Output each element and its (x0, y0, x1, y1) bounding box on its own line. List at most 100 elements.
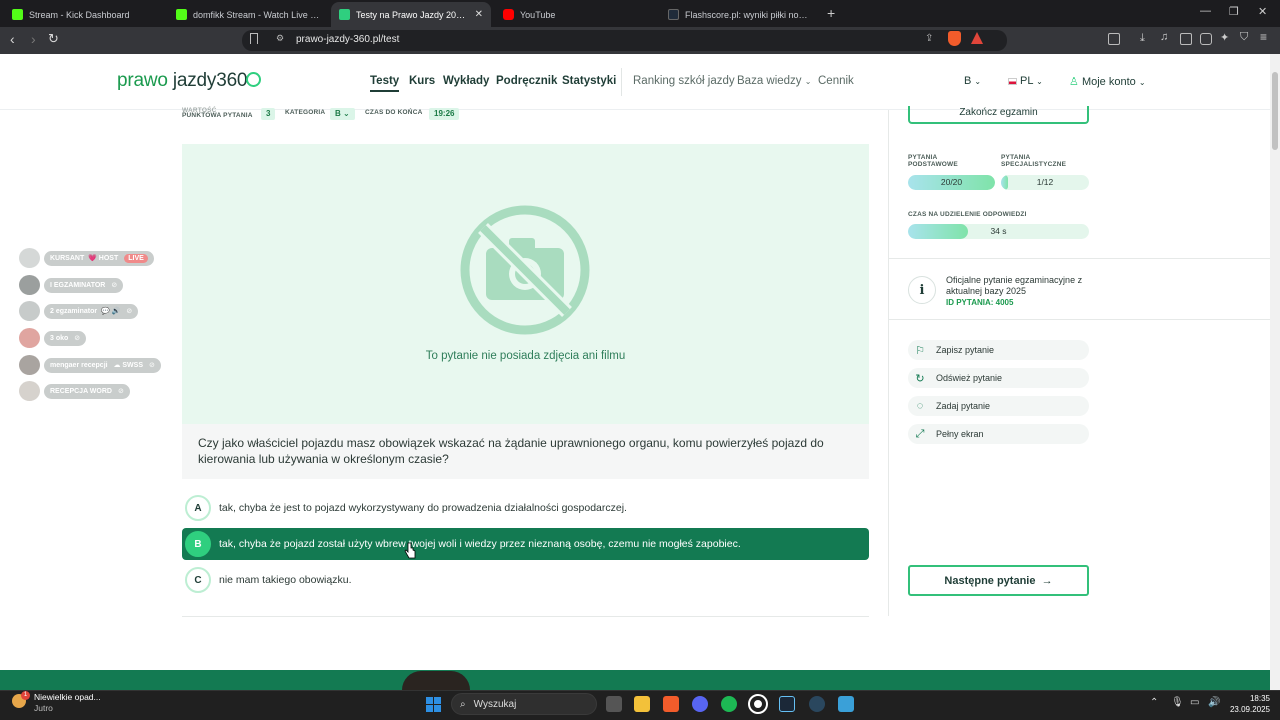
refresh-question-button[interactable]: ↻ Odśwież pytanie (908, 368, 1089, 388)
volume-icon[interactable]: 🔊 (1208, 697, 1220, 708)
category-select[interactable]: B ⌄ (964, 75, 981, 87)
nav-ranking[interactable]: Ranking szkół jazdy (633, 75, 735, 87)
menu-icon[interactable]: ≡ (1260, 30, 1267, 44)
brave-shields-icon[interactable] (948, 31, 961, 46)
browser-tab-bar: Stream - Kick Dashboard domfikk Stream -… (0, 0, 1280, 27)
forward-icon[interactable]: › (31, 31, 36, 47)
browser-tab-kick-dashboard[interactable]: Stream - Kick Dashboard (4, 2, 164, 27)
chevron-down-icon: ⌄ (1036, 77, 1043, 86)
kick-favicon-icon (12, 9, 23, 20)
site-logo[interactable]: prawo jazdy360 (117, 70, 262, 92)
nav-testy[interactable]: Testy (370, 75, 400, 92)
panel-divider (888, 110, 889, 616)
language-select[interactable]: PL ⌄ (1008, 75, 1043, 87)
maximize-window-icon[interactable]: ❐ (1229, 5, 1239, 18)
footer-photo (402, 671, 470, 690)
answer-option-c[interactable]: C nie mam takiego obowiązku. (182, 564, 869, 596)
overlay-participant: 3 oko ⊘ (19, 328, 87, 348)
search-icon: ⌕ (460, 698, 466, 710)
app-icon[interactable] (809, 696, 825, 712)
media-icon[interactable]: ♫ (1160, 31, 1168, 43)
app-icon[interactable] (838, 696, 854, 712)
bookmark-page-icon[interactable] (250, 33, 258, 44)
live-badge: LIVE (124, 253, 148, 263)
site-header: prawo jazdy360 Testy Kurs Wykłady Podręc… (0, 54, 1270, 110)
mute-icon: ⊘ (74, 335, 81, 342)
chevron-down-icon: ⌄ (804, 77, 812, 86)
spotify-icon[interactable] (721, 696, 737, 712)
category-badge[interactable]: B ⌄ (330, 108, 355, 120)
account-menu[interactable]: ♙ Moje konto ⌄ (1069, 75, 1146, 88)
answer-letter: C (185, 567, 211, 593)
display-icon[interactable]: ▭ (1190, 697, 1199, 708)
finish-exam-button[interactable]: Zakończ egzamin (908, 106, 1089, 124)
answer-option-b[interactable]: B tak, chyba że pojazd został użyty wbre… (182, 528, 869, 560)
browser-tab-prawo-jazdy[interactable]: Testy na Prawo Jazdy 2025 - Dar ✕ (331, 2, 491, 27)
url-text[interactable]: prawo-jazdy-360.pl/test (296, 34, 399, 45)
fullscreen-button[interactable]: ⤢ Pełny ekran (908, 424, 1089, 444)
wallet-icon[interactable] (1200, 33, 1212, 45)
tray-overflow-icon[interactable]: ⌃ (1150, 697, 1158, 708)
overlay-participant: RECEPCJA WORD ⊘ (19, 381, 130, 401)
new-tab-button[interactable]: + (827, 5, 835, 21)
leo-ai-icon[interactable]: ✦ (1220, 31, 1229, 44)
nav-kurs[interactable]: Kurs (409, 75, 435, 87)
sidebar-icon[interactable] (1180, 33, 1192, 45)
answer-time-label: CZAS NA UDZIELENIE ODPOWIEDZI (908, 211, 1027, 218)
task-view-icon[interactable] (606, 696, 622, 712)
nav-podrecznik[interactable]: Podręcznik (496, 75, 557, 87)
nav-statystyki[interactable]: Statystyki (562, 75, 616, 87)
system-clock[interactable]: 18:35 23.09.2025 (1226, 693, 1270, 715)
browser-tab-kick-stream[interactable]: domfikk Stream - Watch Live on Kick (168, 2, 328, 27)
answer-text: tak, chyba że jest to pojazd wykorzystyw… (219, 502, 627, 514)
weather-widget[interactable]: Niewielkie opad... Jutro (34, 692, 101, 714)
steam-icon[interactable] (779, 696, 795, 712)
close-window-icon[interactable]: ✕ (1258, 5, 1267, 18)
question-media-area: To pytanie nie posiada zdjęcia ani filmu (182, 144, 869, 424)
site-settings-icon[interactable]: ⚙ (276, 33, 284, 44)
windows-start-icon[interactable] (426, 697, 441, 712)
share-icon[interactable]: ⇪ (925, 33, 933, 44)
back-icon[interactable]: ‹ (10, 31, 15, 47)
browser-tab-flashscore[interactable]: Flashscore.pl: wyniki piłki nożnej, wy (660, 2, 820, 27)
chevron-down-icon: ⌄ (974, 77, 982, 86)
brave-browser-icon[interactable] (663, 696, 679, 712)
file-explorer-icon[interactable] (634, 696, 650, 712)
basic-questions-progress: 20/20 (908, 175, 995, 190)
category-label: KATEGORIA (285, 109, 326, 116)
points-badge: 3 (261, 108, 276, 120)
panel-divider (889, 258, 1270, 259)
scrollbar-thumb[interactable] (1272, 72, 1278, 150)
obs-icon[interactable] (748, 694, 768, 714)
nav-cennik[interactable]: Cennik (818, 75, 854, 87)
info-icon: i (908, 276, 936, 304)
browser-tab-youtube[interactable]: YouTube (495, 2, 655, 27)
reload-icon[interactable]: ↻ (48, 31, 59, 47)
poland-flag-icon (1008, 77, 1017, 85)
fullscreen-icon: ⤢ (915, 427, 925, 440)
official-question-text: Oficjalne pytanie egzaminacyjne z aktual… (946, 275, 1083, 296)
close-tab-icon[interactable]: ✕ (475, 9, 483, 20)
taskbar-search[interactable]: ⌕ Wyszukaj (451, 693, 597, 715)
no-photo-icon (460, 205, 590, 335)
ask-question-button[interactable]: ◌ Zadaj pytanie (908, 396, 1089, 416)
answer-option-a[interactable]: A tak, chyba że jest to pojazd wykorzyst… (182, 492, 869, 524)
downloads-icon[interactable]: ⤓ (1140, 32, 1145, 45)
nav-baza-wiedzy[interactable]: Baza wiedzy ⌄ (737, 75, 811, 87)
youtube-favicon-icon (503, 9, 514, 20)
microphone-icon[interactable]: 🎙 (1171, 697, 1184, 708)
sidebar-toggle-icon[interactable] (1108, 33, 1120, 45)
nav-wyklady[interactable]: Wykłady (443, 75, 489, 87)
question-text: Czy jako właściciel pojazdu masz obowiąz… (182, 424, 869, 479)
question-id: ID PYTANIA: 4005 (946, 298, 1014, 307)
avatar (19, 381, 40, 401)
answer-time-progress: 34 s (908, 224, 1089, 239)
mute-icon: ⊘ (111, 282, 118, 289)
vpn-shield-icon[interactable]: ⛉ (1240, 31, 1248, 44)
discord-icon[interactable] (692, 696, 708, 712)
next-question-button[interactable]: Następne pytanie → (908, 565, 1089, 596)
bookmark-icon: ⚐ (915, 344, 925, 357)
minimize-window-icon[interactable]: — (1200, 5, 1211, 17)
save-question-button[interactable]: ⚐ Zapisz pytanie (908, 340, 1089, 360)
special-questions-progress: 1/12 (1001, 175, 1089, 190)
